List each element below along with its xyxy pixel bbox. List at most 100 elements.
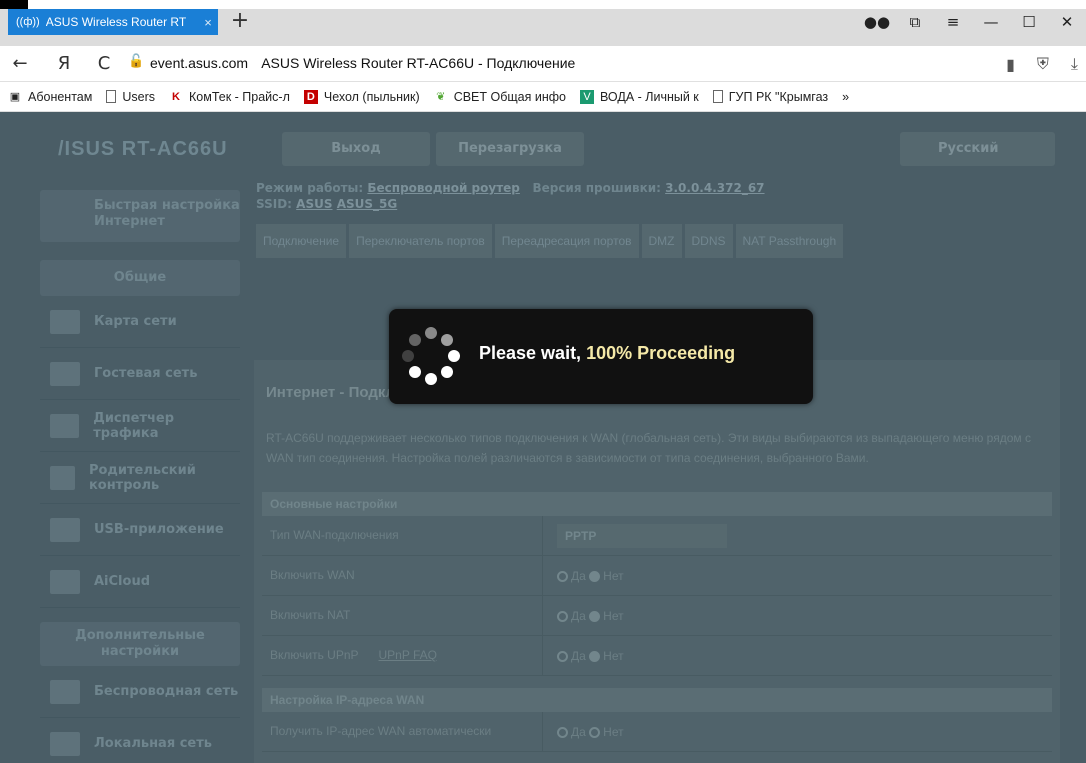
reload-button[interactable]: C xyxy=(90,46,118,82)
tab-nat-passthrough[interactable]: NAT Passthrough xyxy=(735,224,844,258)
yes-label: Да xyxy=(571,649,586,663)
menu-icon[interactable]: ≡ xyxy=(934,9,972,35)
yandex-button[interactable]: Я xyxy=(50,46,78,82)
maximize-button[interactable]: ☐ xyxy=(1010,9,1048,35)
section-basic: Основные настройки xyxy=(262,492,1052,516)
sidebar-item-traffic-manager[interactable]: Диспетчер трафика xyxy=(40,400,240,452)
protect-icon[interactable]: ⛨ xyxy=(1037,54,1049,74)
sidebar-item-label: AiCloud xyxy=(94,574,151,589)
asus-logo: /ISUS RT-AC66U xyxy=(58,138,228,160)
sidebar-item-parental-control[interactable]: Родительский контроль xyxy=(40,452,240,504)
url-page-title: ASUS Wireless Router RT-AC66U - Подключе… xyxy=(261,55,576,71)
bookmark-krymgaz[interactable]: ГУП РК "Крымгаз xyxy=(712,90,828,104)
sidebar-item-usb-app[interactable]: USB-приложение xyxy=(40,504,240,556)
sidebar-item-network-map[interactable]: Карта сети xyxy=(40,296,240,348)
sidebar-item-label: Гостевая сеть xyxy=(94,366,198,381)
advanced-header: Дополнительные настройки xyxy=(40,622,240,666)
upnp-faq-link[interactable]: UPnP FAQ xyxy=(379,648,437,662)
sidebar-item-guest-network[interactable]: Гостевая сеть xyxy=(40,348,240,400)
sidebar-item-label: USB-приложение xyxy=(94,522,224,537)
subtabs: Подключение Переключатель портов Переадр… xyxy=(256,224,844,258)
radio-no[interactable] xyxy=(589,727,601,739)
firmware-label: Версия прошивки: xyxy=(532,181,661,195)
yes-label: Да xyxy=(571,609,586,623)
bookmark-voda[interactable]: V ВОДА - Личный к xyxy=(579,89,699,104)
bookmark-icon[interactable]: ▮ xyxy=(1006,55,1015,74)
bookmark-users[interactable]: Users xyxy=(106,90,155,104)
window-controls: ●● ⧉ ≡ — ☐ ✕ xyxy=(858,9,1086,35)
sidebar-item-wireless[interactable]: Беспроводная сеть xyxy=(40,666,240,718)
row-enable-nat: Включить NAT Да Нет xyxy=(262,596,1052,636)
wan-type-select[interactable]: PPTP xyxy=(557,524,727,548)
sidebar-item-aicloud[interactable]: AiCloud xyxy=(40,556,240,608)
language-select[interactable]: Русский xyxy=(900,132,1055,166)
ssid-label: SSID: xyxy=(256,197,292,211)
bookmark-komtek[interactable]: K КомТек - Прайс-л xyxy=(169,90,290,104)
mode-link[interactable]: Беспроводной роутер xyxy=(367,181,520,195)
cloud-icon xyxy=(50,569,80,594)
minimize-button[interactable]: — xyxy=(972,9,1010,35)
radio-yes[interactable] xyxy=(557,611,568,623)
ssid-link-2[interactable]: ASUS_5G xyxy=(337,197,398,211)
router-page: /ISUS RT-AC66U Выход Перезагрузка Русски… xyxy=(0,112,1086,763)
back-button[interactable]: ← xyxy=(6,46,34,82)
bookmark-chehol[interactable]: D Чехол (пыльник) xyxy=(303,89,420,104)
voda-icon: V xyxy=(579,89,594,104)
row-value: Да Нет xyxy=(542,712,624,752)
bookmark-label: КомТек - Прайс-л xyxy=(189,89,290,104)
bookmark-label: Чехол (пыльник) xyxy=(323,89,420,104)
bookmark-label: СВЕТ Общая инфо xyxy=(453,89,566,104)
tabs-icon[interactable]: ⧉ xyxy=(896,9,934,35)
tab-title: ASUS Wireless Router RT xyxy=(45,15,187,29)
tab-asus-router[interactable]: ((ф)) ASUS Wireless Router RT × xyxy=(8,9,218,35)
logout-button[interactable]: Выход xyxy=(282,132,430,166)
home-icon xyxy=(50,731,80,756)
bookmark-abonentam[interactable]: ▣ Абонентам xyxy=(8,89,93,104)
spinner-dot xyxy=(402,350,414,362)
status-bar: Режим работы: Беспроводной роутер Версия… xyxy=(256,180,1066,212)
row-value: Да Нет xyxy=(542,596,624,636)
tab-port-forward[interactable]: Переадресация портов xyxy=(494,224,639,258)
row-enable-upnp: Включить UPnP UPnP FAQ Да Нет xyxy=(262,636,1052,676)
new-tab-button[interactable]: + xyxy=(228,9,252,35)
bookmark-svet[interactable]: ❦ СВЕТ Общая инфо xyxy=(434,90,566,104)
bookmark-label: Users xyxy=(122,89,155,104)
sidebar-item-lan[interactable]: Локальная сеть xyxy=(40,718,240,763)
radio-no[interactable] xyxy=(589,611,601,623)
loading-message: Please wait, 100% Proceeding xyxy=(479,343,735,364)
incognito-icon[interactable]: ●● xyxy=(858,9,896,35)
guest-network-icon xyxy=(50,361,80,386)
address-bar: ← Я C 🔓 event.asus.com ASUS Wireless Rou… xyxy=(0,46,1086,82)
tab-dmz[interactable]: DMZ xyxy=(641,224,682,258)
firmware-link[interactable]: 3.0.0.4.372_67 xyxy=(665,181,764,195)
yes-label: Да xyxy=(571,569,586,583)
tab-ddns[interactable]: DDNS xyxy=(684,224,733,258)
row-label: Получить IP-адрес WAN автоматически xyxy=(270,724,492,738)
no-label: Нет xyxy=(603,725,624,739)
close-window-button[interactable]: ✕ xyxy=(1048,9,1086,35)
general-header: Общие xyxy=(40,260,240,296)
bookmark-label: Абонентам xyxy=(28,89,93,104)
tab-port-switch[interactable]: Переключатель портов xyxy=(349,224,492,258)
radio-yes[interactable] xyxy=(557,571,568,583)
url-field[interactable]: event.asus.com ASUS Wireless Router RT-A… xyxy=(150,55,575,71)
radio-yes[interactable] xyxy=(557,651,568,663)
row-enable-wan: Включить WAN Да Нет xyxy=(262,556,1052,596)
radio-no[interactable] xyxy=(589,651,601,663)
radio-no[interactable] xyxy=(589,571,601,583)
radio-yes[interactable] xyxy=(557,727,568,739)
lock-icon[interactable]: 🔓 xyxy=(128,54,144,69)
reboot-button[interactable]: Перезагрузка xyxy=(436,132,584,166)
row-wan-type: Тип WAN-подключения PPTP xyxy=(262,516,1052,556)
router-sidebar: Быстрая настройка Интернет Общие Карта с… xyxy=(40,190,240,763)
dark-artifact xyxy=(0,0,28,9)
no-label: Нет xyxy=(603,569,624,583)
tab-connection[interactable]: Подключение xyxy=(256,224,347,258)
quick-setup-button[interactable]: Быстрая настройка Интернет xyxy=(40,190,240,242)
bookmarks-more-button[interactable]: » xyxy=(842,90,849,104)
download-icon[interactable]: ⤓ xyxy=(1071,54,1078,74)
komtek-icon: K xyxy=(172,90,180,103)
ssid-link-1[interactable]: ASUS xyxy=(296,197,332,211)
sidebar-item-label: Карта сети xyxy=(94,314,177,329)
tab-close-icon[interactable]: × xyxy=(198,15,218,30)
